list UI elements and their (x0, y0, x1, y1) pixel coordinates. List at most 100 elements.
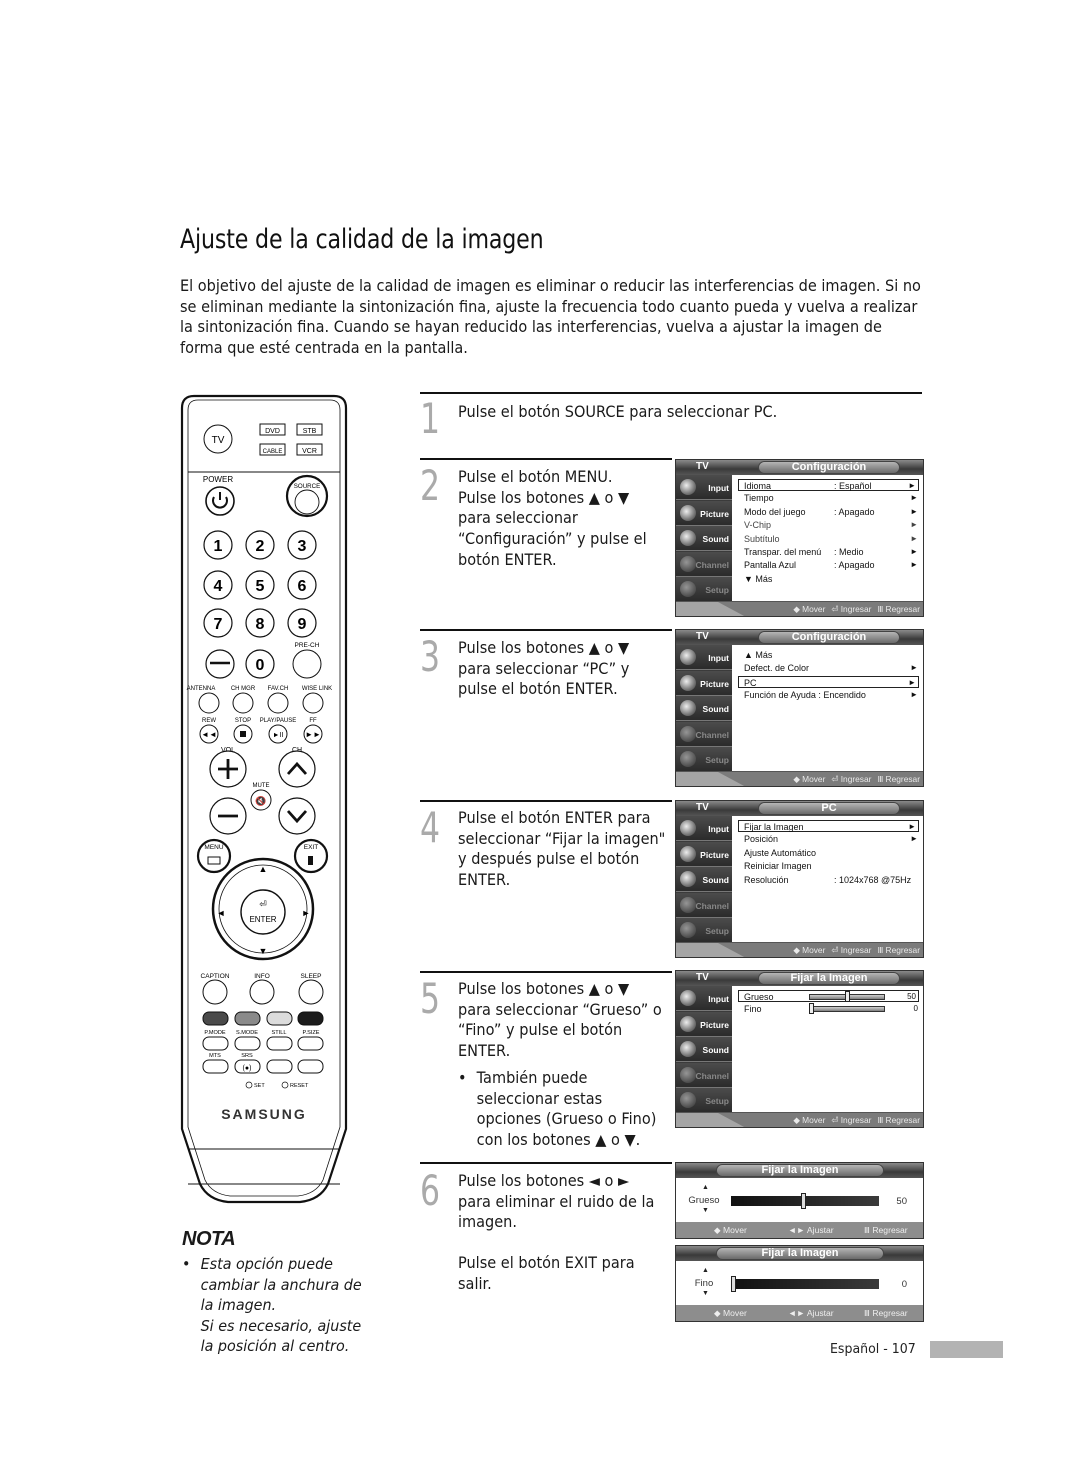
osd-pc-screen: TV PC Input Picture Sound Channel Setup Fijar l… (675, 800, 924, 958)
osd-item-label: Idioma (744, 481, 772, 491)
osd-sidebar-item-setup[interactable]: Setup (676, 747, 732, 773)
chevron-right-icon: ► (910, 493, 918, 503)
osd-menu-item[interactable]: Tiempo ► (739, 492, 920, 504)
osd-item-label: Resolución (744, 874, 789, 885)
svg-text:VCR: VCR (302, 448, 317, 455)
osd-menu-item[interactable]: Función de Ayuda : Encendido ► (739, 689, 920, 701)
osd-slider-row[interactable]: Grueso 50 (738, 990, 919, 1002)
adjust-bar[interactable] (731, 1276, 879, 1292)
osd-menu-item[interactable]: V-Chip ► (739, 519, 920, 531)
svg-text:CH MGR: CH MGR (231, 686, 256, 692)
osd-menu-item[interactable]: Subtítulo ► (739, 533, 920, 545)
step-1-text: Pulse el botón SOURCE para seleccionar P… (458, 402, 777, 423)
step-1-number: 1 (420, 394, 441, 443)
osd-menu-item[interactable]: Fijar la Imagen ► (738, 820, 919, 832)
svg-text:P.SIZE: P.SIZE (303, 1030, 320, 1036)
svg-text:SRS: SRS (241, 1053, 253, 1059)
svg-text:ENTER: ENTER (249, 915, 276, 924)
svg-text:SLEEP: SLEEP (301, 973, 322, 980)
chevron-right-icon: ► (910, 690, 918, 700)
osd-header: TV PC (676, 801, 923, 816)
osd-menu-item[interactable]: Pantalla Azul: Apagado ► (739, 559, 920, 571)
osd-sidebar-item-sound[interactable]: Sound (676, 696, 732, 722)
hint-back: Ⅲ Regresar (877, 774, 920, 784)
setup-icon (680, 581, 696, 598)
osd-menu-item[interactable]: ▼ Más (739, 573, 920, 585)
osd-sidebar: Input Picture Sound Channel Setup (676, 986, 732, 1114)
osd-sidebar-item-input[interactable]: Input (676, 475, 732, 500)
osd-sidebar-item-picture[interactable]: Picture (676, 670, 732, 696)
step-line: También puede (476, 1068, 588, 1087)
osd-sidebar-item-channel[interactable]: Channel (676, 551, 732, 577)
step-4-rule (420, 800, 672, 802)
osd-item-value: : 1024x768 @75Hz (834, 874, 912, 885)
osd-footer: ◆ Mover ⏎ Ingresar Ⅲ Regresar (676, 942, 923, 957)
osd-menu-item[interactable]: Transpar. del menú: Medio ► (739, 546, 920, 558)
input-icon (680, 990, 696, 1006)
vcr-button: VCR (296, 443, 323, 456)
setup-icon (680, 751, 696, 768)
osd-sidebar-item-picture[interactable]: Picture (676, 500, 732, 526)
osd-sidebar-item-sound[interactable]: Sound (676, 1037, 732, 1063)
osd-sidebar-item-channel[interactable]: Channel (676, 721, 732, 747)
adjust-bar-handle[interactable] (731, 1276, 736, 1292)
osd-sidebar-item-sound[interactable]: Sound (676, 867, 732, 893)
step-2-number: 2 (420, 461, 441, 510)
osd-menu-item[interactable]: Posición ► (739, 833, 920, 845)
osd-header: TV Configuración (676, 460, 923, 475)
osd-menu-item[interactable]: Modo del juego: Apagado ► (739, 506, 920, 518)
chevron-right-icon: ► (908, 481, 916, 490)
osd-menu-item[interactable]: Idioma: Español ► (738, 479, 919, 491)
osd-sidebar-item-setup[interactable]: Setup (676, 1088, 732, 1114)
hint-move: ◆ Mover (793, 604, 826, 614)
slider-handle[interactable] (809, 1003, 814, 1015)
osd-sidebar-item-channel[interactable]: Channel (676, 1062, 732, 1088)
osd-menu-item[interactable]: Defect. de Color ► (739, 662, 920, 674)
osd-bar-body: ▲ Fino ▼ 0 (676, 1261, 923, 1307)
adjust-bar[interactable] (731, 1193, 879, 1209)
osd-sidebar-item-input[interactable]: Input (676, 986, 732, 1011)
osd-sidebar-item-input[interactable]: Input (676, 645, 732, 670)
step-line: para seleccionar (458, 509, 578, 528)
osd-sidebar-item-channel[interactable]: Channel (676, 892, 732, 918)
osd-menu-list: Fijar la Imagen ► Posición ► Ajuste Automáti… (736, 820, 922, 942)
svg-text:SET: SET (254, 1083, 265, 1089)
osd-menu-item[interactable]: Reiniciar Imagen (739, 860, 920, 872)
osd-footer: ◆ Mover ⏎ Ingresar Ⅲ Regresar (676, 1112, 923, 1127)
osd-menu-item[interactable]: Resolución : 1024x768 @75Hz (739, 874, 920, 886)
osd-menu-list: ▲ Más Defect. de Color ► PC ► Función de Ayud… (736, 649, 922, 771)
osd-sidebar-label: Channel (695, 1070, 729, 1081)
nota-line: Esta opción puede (200, 1255, 333, 1273)
samsung-logo: SAMSUNG (221, 1106, 307, 1122)
osd-sidebar-item-picture[interactable]: Picture (676, 841, 732, 867)
osd-item-label: Subtítulo (744, 533, 780, 544)
step-3-number: 3 (420, 632, 441, 681)
osd-sidebar-item-setup[interactable]: Setup (676, 577, 732, 603)
osd-sidebar-item-setup[interactable]: Setup (676, 918, 732, 944)
osd-item-label: Defect. de Color (744, 663, 810, 674)
slider-track[interactable] (809, 1006, 885, 1013)
digit-label: 1 (214, 538, 223, 555)
bar-label: Fino (694, 1278, 714, 1289)
svg-text:STILL: STILL (272, 1030, 287, 1036)
page-number: Español - 107 (830, 1341, 916, 1357)
osd-sidebar: Input Picture Sound Channel Setup (676, 816, 732, 944)
down-arrow-icon: ▼ (702, 1290, 709, 1297)
osd-slider-row[interactable]: Fino 0 (739, 1003, 920, 1015)
osd-menu-item[interactable]: Ajuste Automático (739, 847, 920, 859)
osd-sidebar-item-sound[interactable]: Sound (676, 526, 732, 552)
osd-sidebar-item-input[interactable]: Input (676, 816, 732, 841)
osd-sidebar-item-picture[interactable]: Picture (676, 1011, 732, 1037)
osd-menu-list: Idioma: Español ► Tiempo ► Modo del juego: A… (736, 479, 922, 601)
slider-handle[interactable] (845, 991, 850, 1002)
osd-tv-label: TV (696, 461, 709, 472)
osd-footer-wedge (676, 1113, 746, 1127)
osd-sidebar-label: Channel (695, 729, 729, 740)
adjust-bar-handle[interactable] (801, 1193, 806, 1209)
osd-menu-item[interactable]: ▲ Más (739, 649, 920, 661)
osd-menu-item[interactable]: PC ► (738, 675, 919, 688)
right-arrow-icon: ► (302, 908, 311, 918)
osd-item-label: Posición (744, 834, 779, 845)
page-footer-tab (930, 1341, 1003, 1358)
input-icon (680, 479, 696, 495)
